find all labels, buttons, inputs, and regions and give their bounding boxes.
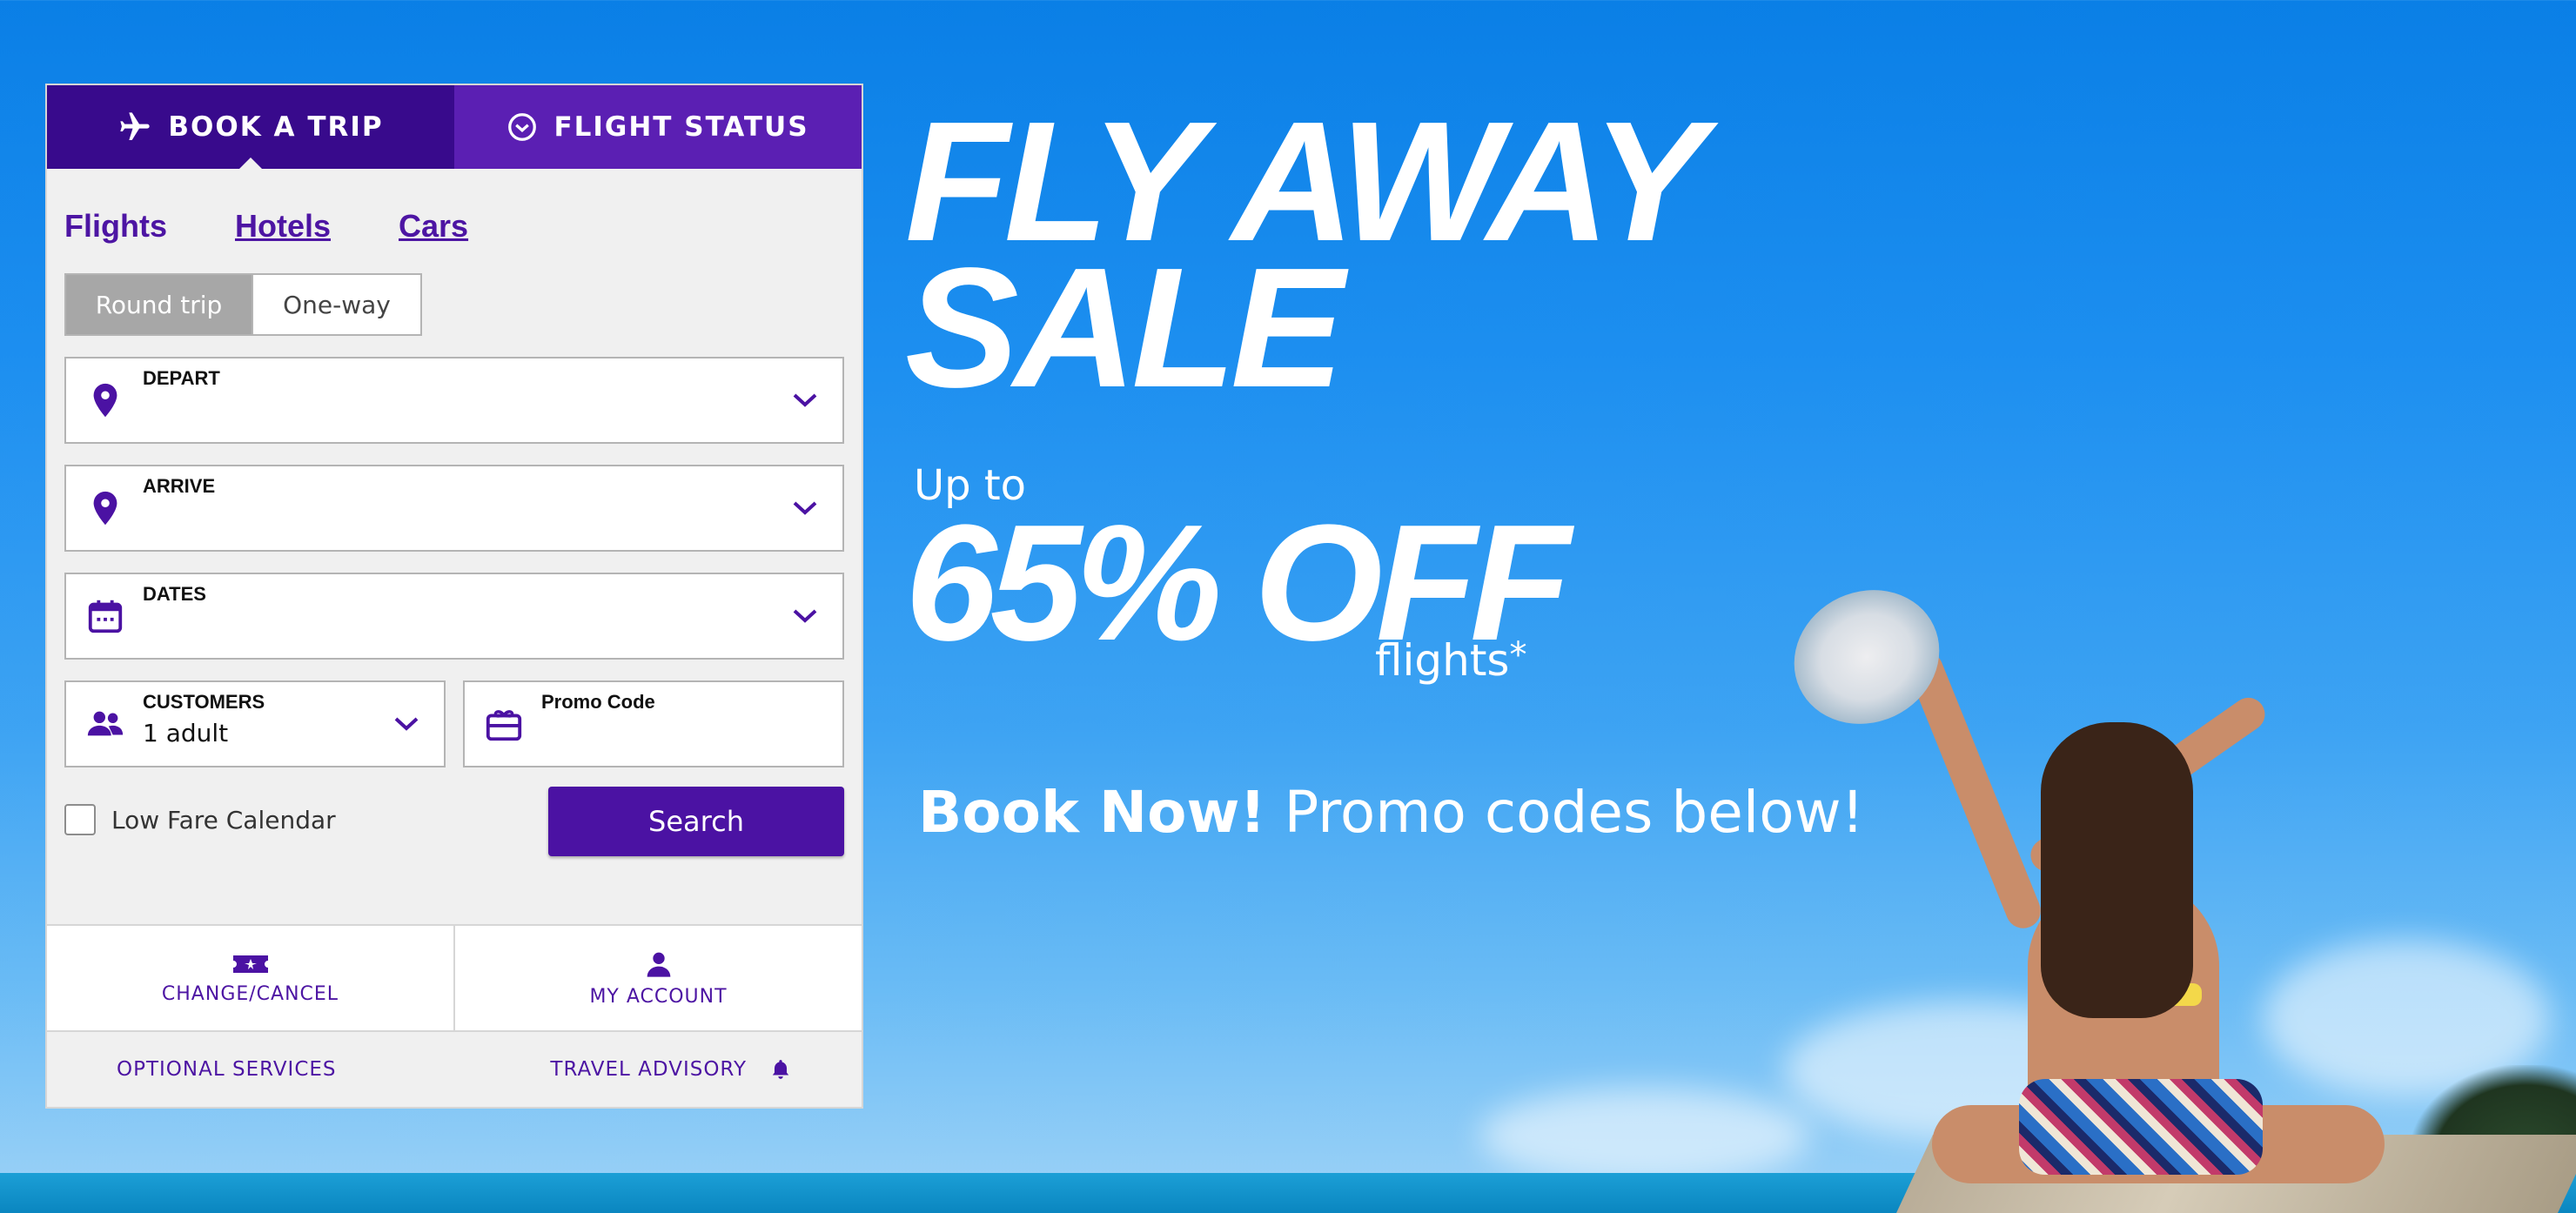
customers-field[interactable]: CUSTOMERS 1 adult xyxy=(64,680,446,767)
optional-services-link[interactable]: OPTIONAL SERVICES xyxy=(117,1058,337,1081)
search-button[interactable]: Search xyxy=(548,787,844,856)
tab-flight-status[interactable]: FLIGHT STATUS xyxy=(454,85,862,169)
customers-label: CUSTOMERS xyxy=(143,691,265,713)
booking-widget: BOOK A TRIP FLIGHT STATUS Flights Hotels… xyxy=(45,84,863,1109)
depart-field[interactable]: DEPART xyxy=(64,357,844,444)
low-fare-calendar-option[interactable]: Low Fare Calendar xyxy=(64,804,336,835)
promo-headline: FLY AWAY SALE xyxy=(905,97,1706,413)
book-now-line: Book Now! Promo codes below! xyxy=(918,779,1864,846)
change-cancel-label: CHANGE/CANCEL xyxy=(161,982,339,1005)
promo-code-field[interactable]: Promo Code xyxy=(463,680,844,767)
widget-footer: OPTIONAL SERVICES TRAVEL ADVISORY xyxy=(47,1030,862,1109)
low-fare-label: Low Fare Calendar xyxy=(111,805,336,834)
tab-book-a-trip[interactable]: BOOK A TRIP xyxy=(47,85,454,170)
travel-advisory-link[interactable]: TRAVEL ADVISORY xyxy=(550,1057,792,1082)
arrive-label: ARRIVE xyxy=(143,475,216,497)
person-icon xyxy=(647,952,670,977)
trip-type-toggle: Round trip One-way xyxy=(64,273,862,336)
widget-tabs: BOOK A TRIP FLIGHT STATUS xyxy=(47,85,862,170)
book-now-label: Book Now! xyxy=(918,779,1266,846)
chevron-down-icon[interactable] xyxy=(792,392,818,409)
depart-label: DEPART xyxy=(143,367,220,389)
product-nav: Flights Hotels Cars xyxy=(47,205,862,247)
tab-label: FLIGHT STATUS xyxy=(553,111,809,143)
people-icon xyxy=(87,711,124,736)
bell-icon xyxy=(772,1060,789,1079)
woman-on-boat-photo xyxy=(1758,557,2576,1213)
one-way-option[interactable]: One-way xyxy=(253,273,422,336)
nav-flights[interactable]: Flights xyxy=(64,208,167,245)
chevron-down-icon[interactable] xyxy=(393,715,419,733)
headline-line-2: SALE xyxy=(905,232,1345,423)
promo-tagline: Promo codes below! xyxy=(1284,779,1865,846)
flights-note: flights* xyxy=(1375,635,1526,686)
clock-check-icon xyxy=(508,113,537,141)
low-fare-checkbox[interactable] xyxy=(64,804,96,835)
patterned-shorts xyxy=(2019,1079,2263,1175)
airplane-icon xyxy=(120,112,151,140)
nav-cars[interactable]: Cars xyxy=(399,208,468,245)
dates-field[interactable]: DATES xyxy=(64,573,844,660)
chevron-down-icon[interactable] xyxy=(792,499,818,517)
location-pin-icon xyxy=(93,383,117,418)
nav-hotels[interactable]: Hotels xyxy=(235,208,331,245)
round-trip-option[interactable]: Round trip xyxy=(64,273,253,336)
change-cancel-link[interactable]: CHANGE/CANCEL xyxy=(47,926,455,1030)
customers-value: 1 adult xyxy=(143,719,229,747)
ticket-icon xyxy=(232,955,268,973)
my-account-label: MY ACCOUNT xyxy=(589,985,728,1008)
quick-links: CHANGE/CANCEL MY ACCOUNT xyxy=(47,924,862,1032)
my-account-link[interactable]: MY ACCOUNT xyxy=(455,926,862,1030)
long-hair xyxy=(2041,722,2193,1018)
asterisk: * xyxy=(1509,635,1527,675)
dates-label: DATES xyxy=(143,583,206,605)
travel-advisory-label: TRAVEL ADVISORY xyxy=(550,1058,747,1081)
arrive-field[interactable]: ARRIVE xyxy=(64,465,844,552)
chevron-down-icon[interactable] xyxy=(792,607,818,625)
calendar-icon xyxy=(88,600,123,633)
promo-code-label: Promo Code xyxy=(541,691,655,713)
flights-label: flights xyxy=(1375,635,1510,686)
tab-label: BOOK A TRIP xyxy=(168,111,384,143)
location-pin-icon xyxy=(93,491,117,526)
gift-card-icon xyxy=(486,710,522,741)
